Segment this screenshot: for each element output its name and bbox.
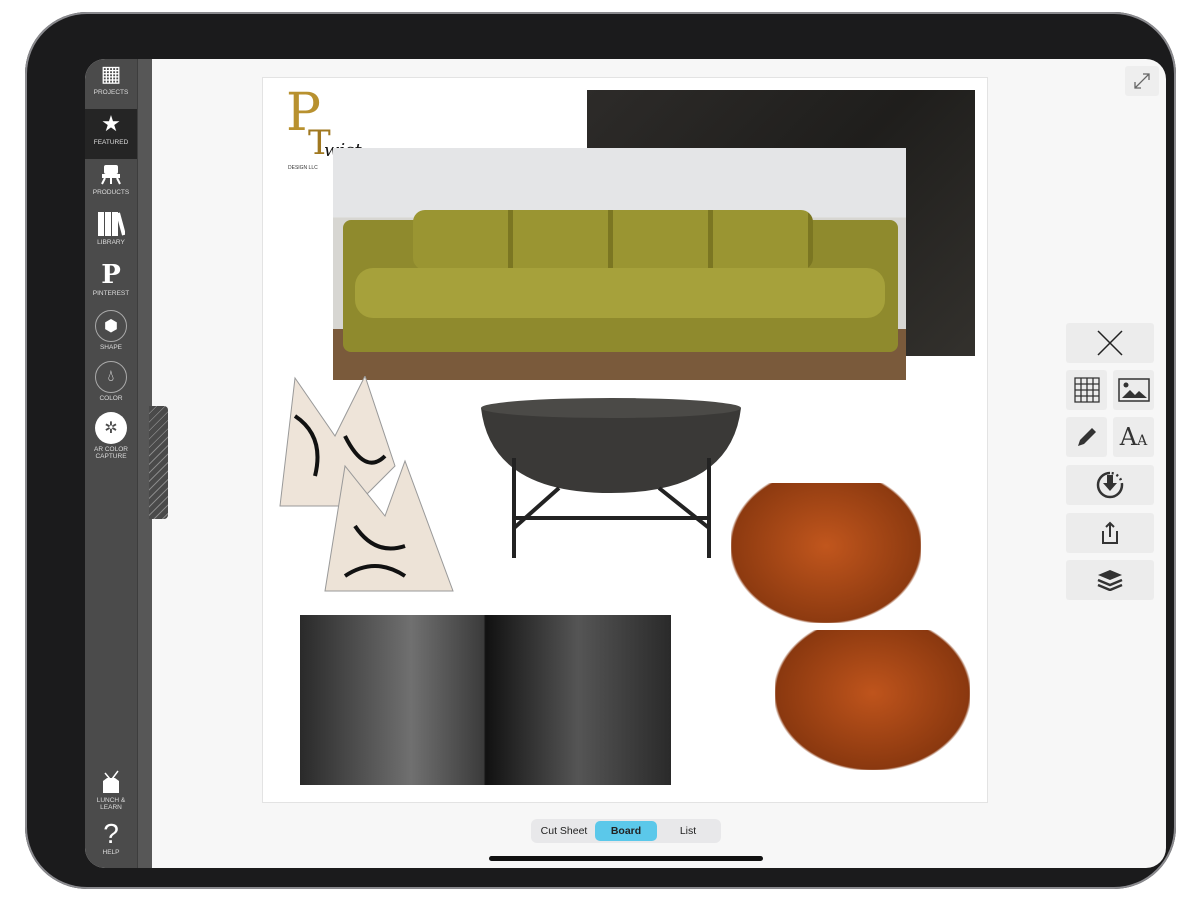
sidebar-item-color[interactable]: 💧︎ COLOR (85, 361, 137, 412)
download-button[interactable] (1066, 465, 1154, 505)
orange-chair-image-1[interactable] (731, 483, 921, 623)
star-icon: ★ (101, 111, 121, 136)
cube-icon: ⬢ (95, 310, 127, 342)
mood-board-canvas[interactable]: PTwistDESIGN LLC (262, 77, 988, 803)
sidebar-item-products[interactable]: PRODUCTS (85, 159, 137, 209)
tablet-frame: ▦ PROJECTS ★ FEATURED PRODUCTS LIBRARY P PI… (25, 12, 1176, 889)
sidebar-item-ar-color-capture[interactable]: ✲ AR COLOR CAPTURE (85, 412, 137, 473)
pinterest-icon: P (101, 260, 121, 290)
close-button[interactable] (1066, 323, 1154, 363)
grid-arrow-icon: ▦ (100, 61, 122, 86)
aperture-icon: ✲ (95, 412, 127, 444)
share-icon (1102, 521, 1118, 544)
image-icon (1117, 378, 1150, 402)
pencil-icon (1077, 428, 1096, 446)
sidebar-item-help[interactable]: ? HELP (85, 818, 137, 868)
draw-button[interactable] (1066, 417, 1107, 457)
fullscreen-button[interactable] (1125, 66, 1159, 96)
view-toggle: Cut Sheet Board List (531, 819, 721, 843)
sidebar-item-library[interactable]: LIBRARY (85, 209, 137, 259)
expand-icon (1134, 73, 1150, 89)
sidebar-item-lunch-learn[interactable]: LUNCH & LEARN (85, 767, 137, 817)
question-icon: ? (103, 818, 119, 849)
svg-text:DESIGN LLC: DESIGN LLC (288, 165, 318, 171)
drop-icon: 💧︎ (95, 361, 127, 393)
dancer-photo-image[interactable] (300, 615, 671, 785)
books-icon (97, 209, 125, 239)
download-progress-icon (1096, 471, 1124, 499)
velvet-sofa-image[interactable] (333, 148, 906, 380)
sidebar-item-featured[interactable]: ★ FEATURED (85, 109, 137, 159)
add-image-button[interactable] (1113, 370, 1154, 410)
layers-button[interactable] (1066, 560, 1154, 600)
sidebar-item-shape[interactable]: ⬢ SHAPE (85, 310, 137, 361)
view-board[interactable]: Board (595, 821, 657, 841)
grid-button[interactable] (1066, 370, 1107, 410)
sidebar-drag-handle[interactable] (149, 406, 168, 519)
lunchbox-icon (100, 767, 122, 797)
text-size-icon: AA (1119, 423, 1148, 451)
sidebar-item-pinterest[interactable]: P PINTEREST (85, 260, 137, 310)
sidebar: ▦ PROJECTS ★ FEATURED PRODUCTS LIBRARY P PI… (85, 59, 137, 868)
pillows-image[interactable] (275, 374, 455, 596)
grid-icon (1073, 377, 1100, 403)
text-button[interactable]: AA (1113, 417, 1154, 457)
close-icon (1097, 330, 1123, 356)
view-cut-sheet[interactable]: Cut Sheet (533, 821, 595, 841)
home-indicator[interactable] (489, 856, 763, 861)
orange-chair-image-2[interactable] (775, 630, 970, 770)
share-button[interactable] (1066, 513, 1154, 553)
chair-icon (99, 159, 123, 189)
sidebar-item-projects[interactable]: ▦ PROJECTS (85, 59, 137, 109)
coffee-table-image[interactable] (479, 398, 743, 563)
layers-icon (1097, 570, 1123, 591)
screen: ▦ PROJECTS ★ FEATURED PRODUCTS LIBRARY P PI… (85, 59, 1166, 868)
view-list[interactable]: List (657, 821, 719, 841)
